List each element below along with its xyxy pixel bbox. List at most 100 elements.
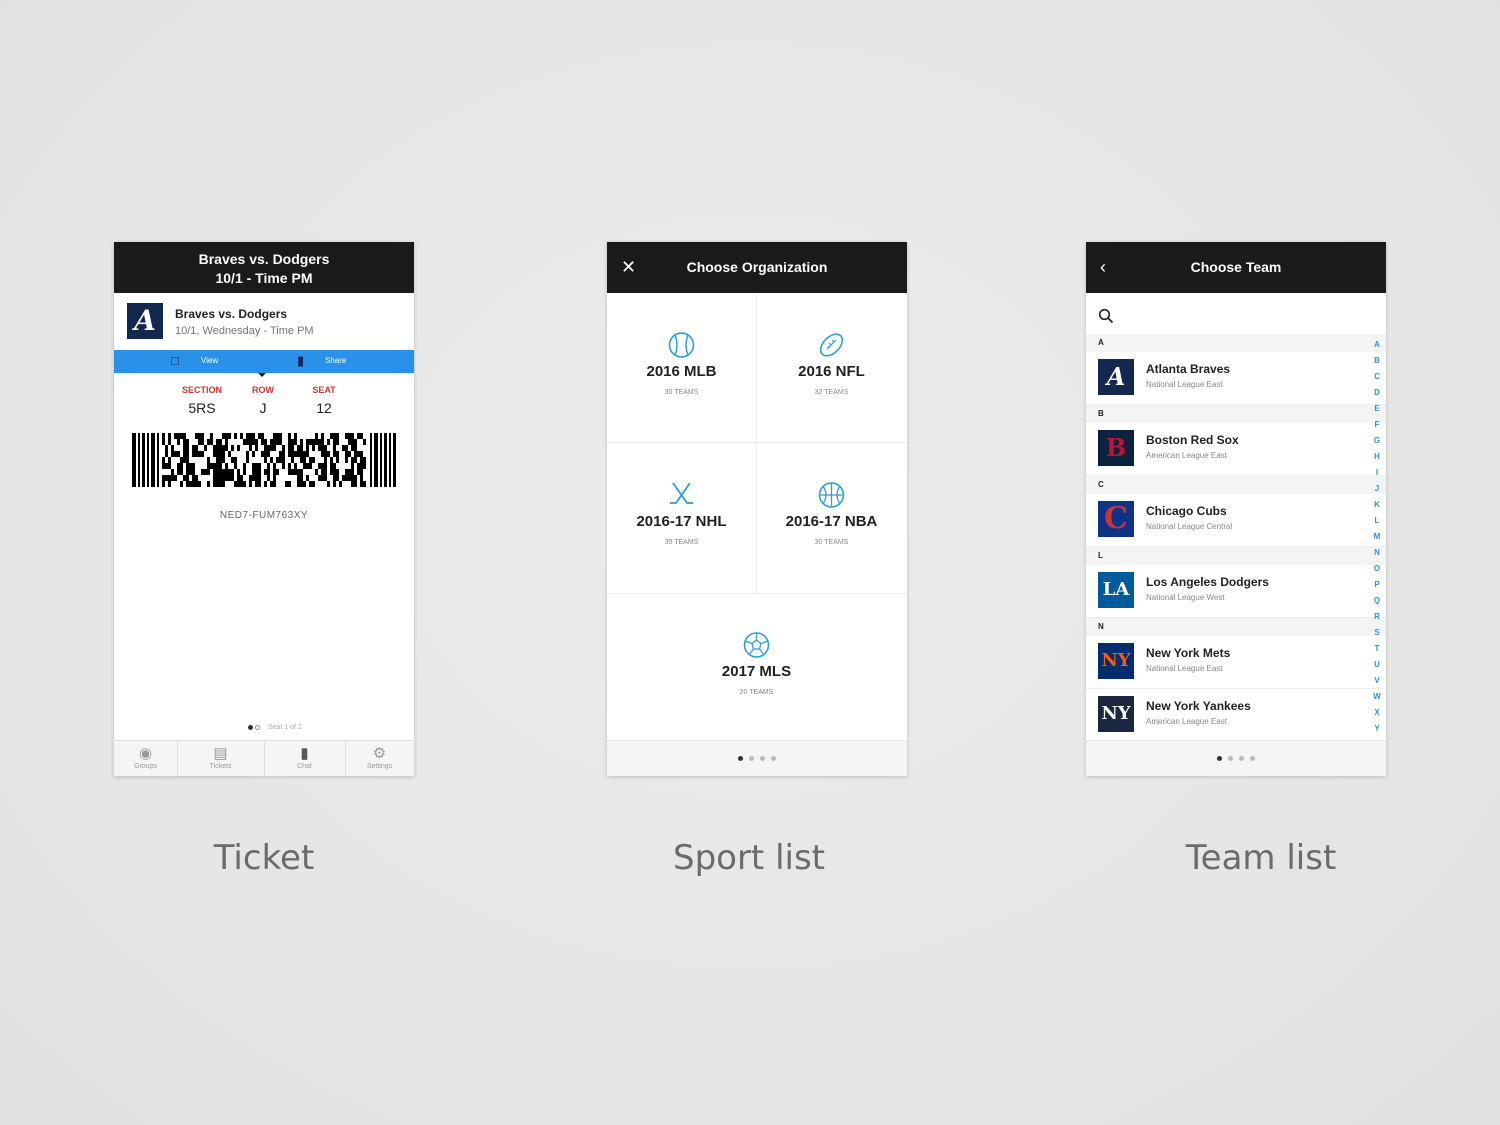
team-row[interactable]: A Atlanta Braves National League East bbox=[1086, 352, 1386, 405]
barcode-bar bbox=[354, 481, 357, 487]
barcode-bar bbox=[216, 475, 219, 481]
barcode-bar bbox=[192, 445, 195, 451]
barcode-bar bbox=[321, 463, 324, 469]
alphabet-letter[interactable]: G bbox=[1372, 436, 1382, 452]
ticket-header-title: Braves vs. Dodgers bbox=[198, 251, 330, 267]
search-icon[interactable] bbox=[1098, 308, 1114, 324]
barcode-bar bbox=[351, 469, 354, 475]
barcode-bar bbox=[297, 481, 300, 487]
barcode-bar bbox=[207, 463, 210, 469]
seat-value: 12 bbox=[316, 400, 332, 416]
tab-groups[interactable]: ◉ Groups bbox=[114, 741, 178, 776]
alphabet-letter[interactable]: X bbox=[1372, 708, 1382, 724]
barcode-bar bbox=[370, 433, 372, 487]
tab-tickets[interactable]: ▤ Tickets bbox=[177, 741, 265, 776]
alphabet-letter[interactable]: B bbox=[1372, 356, 1382, 372]
barcode-bar bbox=[291, 457, 294, 463]
alphabet-letter[interactable]: E bbox=[1372, 404, 1382, 420]
alphabet-letter[interactable]: S bbox=[1372, 628, 1382, 644]
alphabet-letter[interactable]: W bbox=[1372, 692, 1382, 708]
barcode-bar bbox=[363, 463, 366, 469]
org-cell-mls[interactable]: 2017 MLS 20 TEAMS bbox=[682, 593, 831, 742]
barcode-bar bbox=[168, 481, 171, 487]
row-label: ROW bbox=[252, 385, 274, 395]
tab-settings[interactable]: ⚙ Settings bbox=[345, 741, 414, 776]
barcode-bar bbox=[246, 457, 249, 463]
alphabet-letter[interactable]: M bbox=[1372, 532, 1382, 548]
barcode-bar bbox=[198, 433, 201, 439]
alphabet-letter[interactable]: O bbox=[1372, 564, 1382, 580]
pager-dot bbox=[255, 724, 260, 730]
barcode-bar bbox=[255, 469, 258, 475]
alphabet-letter[interactable]: I bbox=[1372, 468, 1382, 484]
barcode-bar bbox=[207, 481, 210, 487]
team-row[interactable]: C Chicago Cubs National League Central bbox=[1086, 494, 1386, 547]
team-name: Boston Red Sox bbox=[1146, 433, 1239, 447]
share-button[interactable]: Share bbox=[325, 356, 346, 365]
alphabet-letter[interactable]: V bbox=[1372, 676, 1382, 692]
team-row[interactable]: NY New York Yankees American League East bbox=[1086, 689, 1386, 741]
barcode-bar bbox=[267, 463, 270, 469]
alphabet-letter[interactable]: U bbox=[1372, 660, 1382, 676]
alphabet-letter[interactable]: L bbox=[1372, 516, 1382, 532]
barcode-bar bbox=[363, 481, 366, 487]
barcode-bar bbox=[360, 457, 363, 463]
section-header: N bbox=[1086, 618, 1386, 636]
alphabet-letter[interactable]: P bbox=[1372, 580, 1382, 596]
barcode-bar bbox=[351, 433, 354, 439]
alphabet-letter[interactable]: K bbox=[1372, 500, 1382, 516]
org-cell-mlb[interactable]: 2016 MLB 30 TEAMS bbox=[607, 293, 756, 442]
barcode-bar bbox=[360, 481, 363, 487]
barcode-bar bbox=[315, 433, 318, 439]
alphabet-letter[interactable]: Q bbox=[1372, 596, 1382, 612]
barcode-bar bbox=[267, 445, 270, 451]
org-cell-nhl[interactable]: 2016-17 NHL 30 TEAMS bbox=[607, 443, 756, 592]
barcode-bar bbox=[186, 439, 189, 445]
barcode-bar bbox=[174, 451, 177, 457]
alphabet-letter[interactable]: H bbox=[1372, 452, 1382, 468]
alphabet-index[interactable]: ABCDEFGHIJKLMNOPQRSTUVWXY bbox=[1372, 340, 1382, 740]
barcode-bar bbox=[309, 481, 312, 487]
barcode-bar bbox=[180, 463, 183, 469]
barcode-bar bbox=[336, 433, 339, 439]
tab-chat[interactable]: ▮ Chat bbox=[264, 741, 346, 776]
barcode-bar bbox=[321, 445, 324, 451]
alphabet-letter[interactable]: F bbox=[1372, 420, 1382, 436]
barcode-bar bbox=[309, 463, 312, 469]
team-row[interactable]: LA Los Angeles Dodgers National League W… bbox=[1086, 565, 1386, 618]
alphabet-letter[interactable]: N bbox=[1372, 548, 1382, 564]
barcode-bar bbox=[216, 457, 219, 463]
org-cell-nba[interactable]: 2016-17 NBA 30 TEAMS bbox=[757, 443, 906, 592]
barcode-bar bbox=[306, 439, 309, 445]
barcode-bar bbox=[300, 445, 303, 451]
barcode-bar bbox=[333, 475, 336, 481]
alphabet-letter[interactable]: T bbox=[1372, 644, 1382, 660]
barcode-bar bbox=[237, 475, 240, 481]
barcode-bar bbox=[210, 433, 213, 439]
barcode-bar bbox=[333, 433, 336, 439]
barcode-bar bbox=[354, 451, 357, 457]
alphabet-letter[interactable]: Y bbox=[1372, 724, 1382, 740]
sport-header-title: Choose Organization bbox=[686, 259, 828, 275]
view-button[interactable]: View bbox=[201, 356, 218, 365]
barcode-bar bbox=[177, 433, 180, 439]
barcode-bar bbox=[336, 451, 339, 457]
basketball-icon bbox=[818, 482, 845, 508]
alphabet-letter[interactable]: D bbox=[1372, 388, 1382, 404]
team-row[interactable]: B Boston Red Sox American League East bbox=[1086, 423, 1386, 476]
barcode-bar bbox=[288, 451, 291, 457]
barcode-bar bbox=[312, 481, 315, 487]
barcode-bar bbox=[276, 469, 279, 475]
org-cell-nfl[interactable]: 2016 NFL 32 TEAMS bbox=[757, 293, 906, 442]
alphabet-letter[interactable]: A bbox=[1372, 340, 1382, 356]
page-dot bbox=[760, 756, 765, 761]
alphabet-letter[interactable]: R bbox=[1372, 612, 1382, 628]
barcode-bar bbox=[162, 433, 165, 439]
alphabet-letter[interactable]: J bbox=[1372, 484, 1382, 500]
barcode-bar bbox=[282, 463, 285, 469]
barcode-bar bbox=[207, 457, 210, 463]
barcode-bar bbox=[315, 439, 318, 445]
alphabet-letter[interactable]: C bbox=[1372, 372, 1382, 388]
team-row[interactable]: NY New York Mets National League East bbox=[1086, 636, 1386, 689]
barcode-bar bbox=[327, 439, 330, 445]
